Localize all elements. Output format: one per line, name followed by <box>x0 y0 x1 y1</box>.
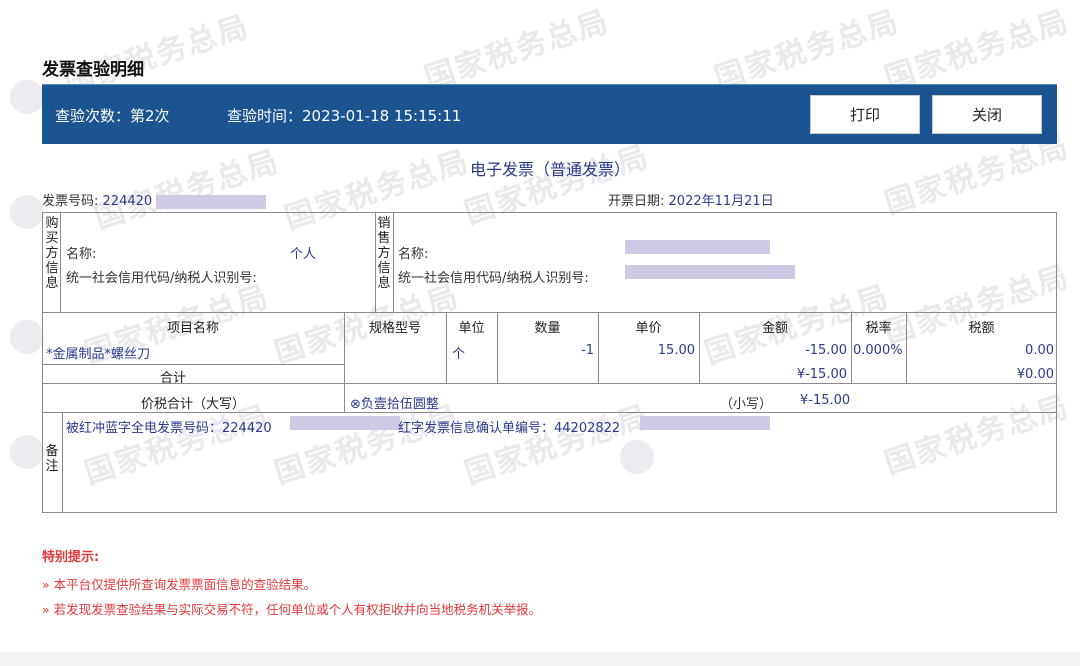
invoice-number-label: 发票号码: <box>42 194 99 209</box>
watermark-text: 国家税务总局 <box>420 4 614 97</box>
page-title: 发票查验明细 <box>42 60 144 80</box>
party-section <box>42 212 1057 313</box>
total-words: ⊗负壹拾伍圆整 <box>350 397 439 412</box>
invoice-number-value: 224420 <box>102 194 153 209</box>
col-header-unit: 单位 <box>458 321 485 336</box>
seal-icon <box>10 435 44 469</box>
invoice-title: 电子发票（普通发票） <box>469 160 630 179</box>
item-unit: 个 <box>452 347 466 362</box>
redaction-mask <box>290 416 400 430</box>
col-header-rate: 税率 <box>865 321 892 336</box>
total-label: 价税合计（大写） <box>140 397 245 412</box>
seller-side-label: 销 售 方 信 息 <box>377 216 391 291</box>
total-small-label: （小写） <box>720 397 773 412</box>
subtotal-tax: ¥0.00 <box>1016 367 1054 382</box>
buyer-tax-id-label: 统一社会信用代码/纳税人识别号: <box>66 271 257 286</box>
watermark-text: 国家税务总局 <box>880 4 1074 97</box>
redaction-mask <box>625 240 770 254</box>
tips-title: 特别提示: <box>42 550 100 565</box>
col-header-qty: 数量 <box>534 321 561 336</box>
col-header-item: 项目名称 <box>166 321 219 336</box>
buyer-name-value: 个人 <box>290 247 317 262</box>
seller-tax-id-label: 统一社会信用代码/纳税人识别号: <box>398 271 589 286</box>
col-header-amount: 金额 <box>761 321 788 336</box>
col-header-tax: 税额 <box>968 321 995 336</box>
red-blue-invoice-number: 被红冲蓝字全电发票号码：224420 <box>66 421 272 436</box>
tip-item: » 若发现发票查验结果与实际交易不符，任何单位或个人有权拒收并向当地税务机关举报… <box>42 602 542 617</box>
tip-item: » 本平台仅提供所查询发票票面信息的查验结果。 <box>42 577 317 592</box>
seal-icon <box>10 320 44 354</box>
remarks-side-label: 备 注 <box>45 444 59 474</box>
item-amount: -15.00 <box>805 343 847 358</box>
seller-name-label: 名称: <box>398 247 429 262</box>
check-time: 查验时间：2023-01-18 15:15:11 <box>227 107 462 125</box>
invoice-date-label: 开票日期: <box>608 194 665 209</box>
item-tax: 0.00 <box>1025 343 1054 358</box>
col-header-price: 单价 <box>635 321 662 336</box>
seal-icon <box>10 195 44 229</box>
invoice-date: 开票日期: 2022年11月21日 <box>608 190 774 209</box>
total-small-value: ¥-15.00 <box>800 393 851 408</box>
watermark-text: 国家税务总局 <box>710 4 904 97</box>
footer-band <box>0 652 1080 666</box>
check-info-bar: 查验次数：第2次 查验时间：2023-01-18 15:15:11 打印 关闭 <box>42 84 1057 144</box>
item-rate: 0.000% <box>853 343 903 358</box>
item-qty: -1 <box>581 343 594 358</box>
redaction-mask <box>640 416 770 430</box>
redaction-mask <box>625 265 795 279</box>
close-button[interactable]: 关闭 <box>932 95 1042 134</box>
buyer-side-label: 购 买 方 信 息 <box>45 216 59 291</box>
red-confirm-number: 红字发票信息确认单编号：44202822 <box>398 421 621 436</box>
item-price: 15.00 <box>657 343 695 358</box>
redaction-mask <box>156 194 267 209</box>
col-header-spec: 规格型号 <box>368 321 421 336</box>
invoice-number: 发票号码: 224420 <box>42 190 267 209</box>
seal-icon <box>10 80 44 114</box>
print-button[interactable]: 打印 <box>810 95 920 134</box>
check-count: 查验次数：第2次 <box>55 107 170 125</box>
buyer-name-label: 名称: <box>66 247 97 262</box>
item-name: *金属制品*螺丝刀 <box>46 347 151 362</box>
subtotal-amount: ¥-15.00 <box>796 367 847 382</box>
invoice-date-value: 2022年11月21日 <box>668 194 774 209</box>
